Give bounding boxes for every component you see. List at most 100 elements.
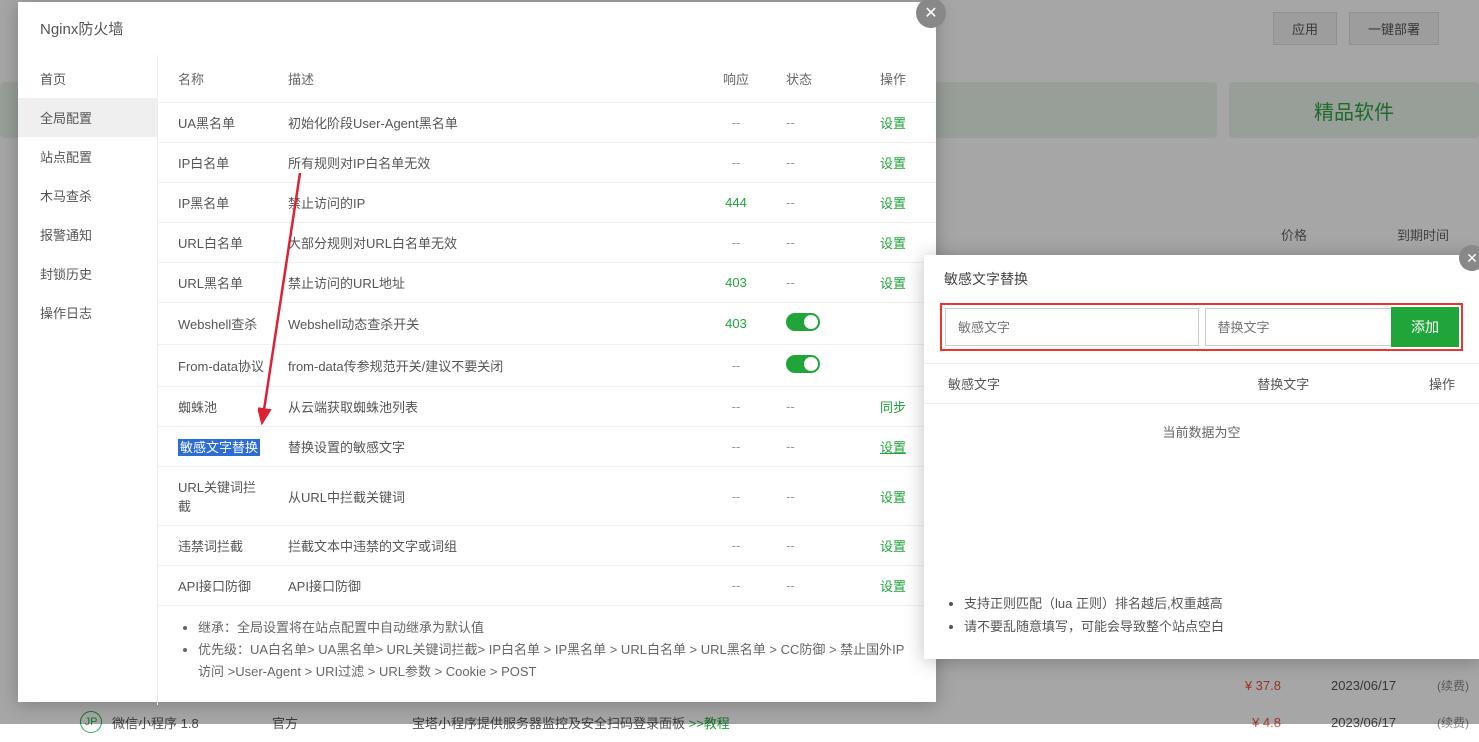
toggle-switch[interactable] xyxy=(786,313,820,331)
sidebar: 首页全局配置站点配置木马查杀报警通知封锁历史操作日志 xyxy=(18,55,158,705)
table-row: 违禁词拦截拦截文本中违禁的文字或词组----设置 xyxy=(158,526,936,566)
rule-status: -- xyxy=(776,387,856,427)
rule-status xyxy=(776,303,856,345)
config-link[interactable]: 设置 xyxy=(880,490,906,505)
rule-op: 设置 xyxy=(856,103,936,143)
rule-name: URL白名单 xyxy=(158,223,278,263)
rule-resp: -- xyxy=(696,467,776,526)
rule-desc: 初始化阶段User-Agent黑名单 xyxy=(278,103,696,143)
tips-list: 支持正则匹配（lua 正则）排名越后,权重越高 请不要乱随意填写，可能会导致整个… xyxy=(924,593,1479,635)
sensitive-text-dialog: ✕ 敏感文字替换 添加 敏感文字 替换文字 操作 当前数据为空 支持正则匹配（l… xyxy=(924,255,1479,659)
table-row: 敏感文字替换替换设置的敏感文字----设置 xyxy=(158,427,936,467)
config-link[interactable]: 设置 xyxy=(880,156,906,171)
rule-op: 设置 xyxy=(856,183,936,223)
th-desc: 描述 xyxy=(278,55,696,103)
rule-name: URL关键词拦截 xyxy=(158,467,278,526)
add-button[interactable]: 添加 xyxy=(1391,307,1459,347)
rule-name: Webshell查杀 xyxy=(158,303,278,345)
rule-resp: 403 xyxy=(696,263,776,303)
rule-name: 敏感文字替换 xyxy=(158,427,278,467)
rule-resp: -- xyxy=(696,103,776,143)
empty-state: 当前数据为空 xyxy=(924,404,1479,459)
sidebar-item[interactable]: 全局配置 xyxy=(18,98,157,137)
rule-name: API接口防御 xyxy=(158,566,278,606)
rule-status: -- xyxy=(776,223,856,263)
th-stat: 状态 xyxy=(776,55,856,103)
rule-name: 蜘蛛池 xyxy=(158,387,278,427)
dialog2-title: 敏感文字替换 xyxy=(924,255,1479,303)
sidebar-item[interactable]: 封锁历史 xyxy=(18,254,157,293)
toggle-switch[interactable] xyxy=(786,355,820,373)
table-row: IP白名单所有规则对IP白名单无效----设置 xyxy=(158,143,936,183)
rule-status: -- xyxy=(776,183,856,223)
rule-resp: -- xyxy=(696,143,776,183)
rule-name: 违禁词拦截 xyxy=(158,526,278,566)
config-link[interactable]: 同步 xyxy=(880,400,906,415)
config-link[interactable]: 设置 xyxy=(880,276,906,291)
rule-desc: 从云端获取蜘蛛池列表 xyxy=(278,387,696,427)
rule-op: 设置 xyxy=(856,143,936,183)
rule-status: -- xyxy=(776,526,856,566)
rule-resp: -- xyxy=(696,566,776,606)
rule-desc: 从URL中拦截关键词 xyxy=(278,467,696,526)
rule-name: URL黑名单 xyxy=(158,263,278,303)
firewall-dialog: ✕ Nginx防火墙 首页全局配置站点配置木马查杀报警通知封锁历史操作日志 名称… xyxy=(18,2,936,702)
table-row: URL关键词拦截从URL中拦截关键词----设置 xyxy=(158,467,936,526)
th-name: 名称 xyxy=(158,55,278,103)
rule-status: -- xyxy=(776,263,856,303)
rules-table-scroll[interactable]: 名称 描述 响应 状态 操作 UA黑名单初始化阶段User-Agent黑名单--… xyxy=(158,55,936,705)
rule-resp: -- xyxy=(696,427,776,467)
config-link[interactable]: 设置 xyxy=(880,579,906,594)
table-row: UA黑名单初始化阶段User-Agent黑名单----设置 xyxy=(158,103,936,143)
dialog-title: Nginx防火墙 xyxy=(18,2,936,55)
rules-table: 名称 描述 响应 状态 操作 UA黑名单初始化阶段User-Agent黑名单--… xyxy=(158,55,936,606)
rule-status: -- xyxy=(776,566,856,606)
config-link[interactable]: 设置 xyxy=(880,196,906,211)
table-row: URL黑名单禁止访问的URL地址403--设置 xyxy=(158,263,936,303)
th-resp: 响应 xyxy=(696,55,776,103)
sidebar-item[interactable]: 木马查杀 xyxy=(18,176,157,215)
rule-status xyxy=(776,345,856,387)
table-row: IP黑名单禁止访问的IP444-- 设置 xyxy=(158,183,936,223)
table-row: 蜘蛛池从云端获取蜘蛛池列表----同步 xyxy=(158,387,936,427)
sidebar-item[interactable]: 报警通知 xyxy=(18,215,157,254)
config-link[interactable]: 设置 xyxy=(880,116,906,131)
rule-resp: -- xyxy=(696,526,776,566)
rule-name: IP白名单 xyxy=(158,143,278,183)
rule-status: -- xyxy=(776,467,856,526)
config-link[interactable]: 设置 xyxy=(880,236,906,251)
rule-status: -- xyxy=(776,103,856,143)
rule-resp: -- xyxy=(696,345,776,387)
table-row: Webshell查杀Webshell动态查杀开关403 xyxy=(158,303,936,345)
sensitive-text-input[interactable] xyxy=(945,308,1199,346)
rule-resp: -- xyxy=(696,223,776,263)
rule-desc: Webshell动态查杀开关 xyxy=(278,303,696,345)
rule-resp: 444 xyxy=(696,183,776,223)
config-link[interactable]: 设置 xyxy=(880,539,906,554)
rule-desc: 拦截文本中违禁的文字或词组 xyxy=(278,526,696,566)
rule-desc: 禁止访问的IP xyxy=(278,183,696,223)
rule-status: -- xyxy=(776,143,856,183)
config-link[interactable]: 设置 xyxy=(880,440,906,455)
rule-name: IP黑名单 xyxy=(158,183,278,223)
rule-name: From-data协议 xyxy=(158,345,278,387)
footer-notes: 继承：全局设置将在站点配置中自动继承为默认值 优先级：UA白名单> UA黑名单>… xyxy=(182,617,912,683)
sub-table-header: 敏感文字 替换文字 操作 xyxy=(924,363,1479,404)
rule-desc: 大部分规则对URL白名单无效 xyxy=(278,223,696,263)
annotation-highlight xyxy=(940,303,1463,351)
rule-desc: API接口防御 xyxy=(278,566,696,606)
sidebar-item[interactable]: 首页 xyxy=(18,59,157,98)
rule-desc: 替换设置的敏感文字 xyxy=(278,427,696,467)
table-row: API接口防御API接口防御----设置 xyxy=(158,566,936,606)
close-icon[interactable]: ✕ xyxy=(1459,245,1479,271)
rule-status: -- xyxy=(776,427,856,467)
sidebar-item[interactable]: 操作日志 xyxy=(18,293,157,332)
sidebar-item[interactable]: 站点配置 xyxy=(18,137,157,176)
rule-desc: 所有规则对IP白名单无效 xyxy=(278,143,696,183)
rule-name: UA黑名单 xyxy=(158,103,278,143)
rule-desc: from-data传参规范开关/建议不要关闭 xyxy=(278,345,696,387)
th-op: 操作 xyxy=(856,55,936,103)
rule-resp: -- xyxy=(696,387,776,427)
table-row: From-data协议from-data传参规范开关/建议不要关闭-- xyxy=(158,345,936,387)
table-row: URL白名单大部分规则对URL白名单无效----设置 xyxy=(158,223,936,263)
